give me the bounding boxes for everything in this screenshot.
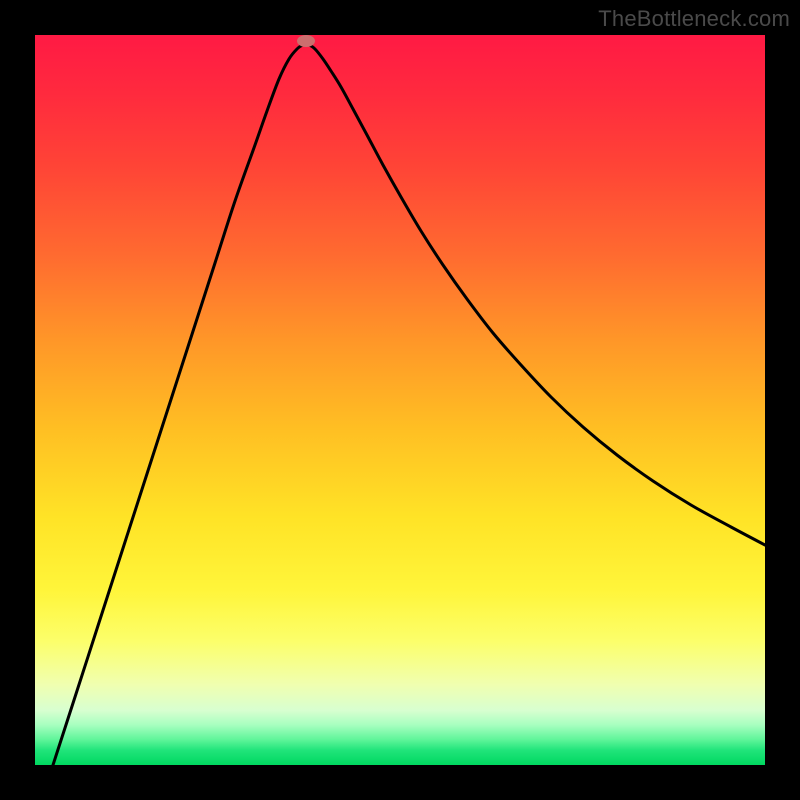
bottleneck-curve xyxy=(53,44,765,765)
curve-layer xyxy=(35,35,765,765)
plot-area xyxy=(35,35,765,765)
chart-frame: TheBottleneck.com xyxy=(0,0,800,800)
watermark-text: TheBottleneck.com xyxy=(598,6,790,32)
marker-dot xyxy=(297,35,315,47)
